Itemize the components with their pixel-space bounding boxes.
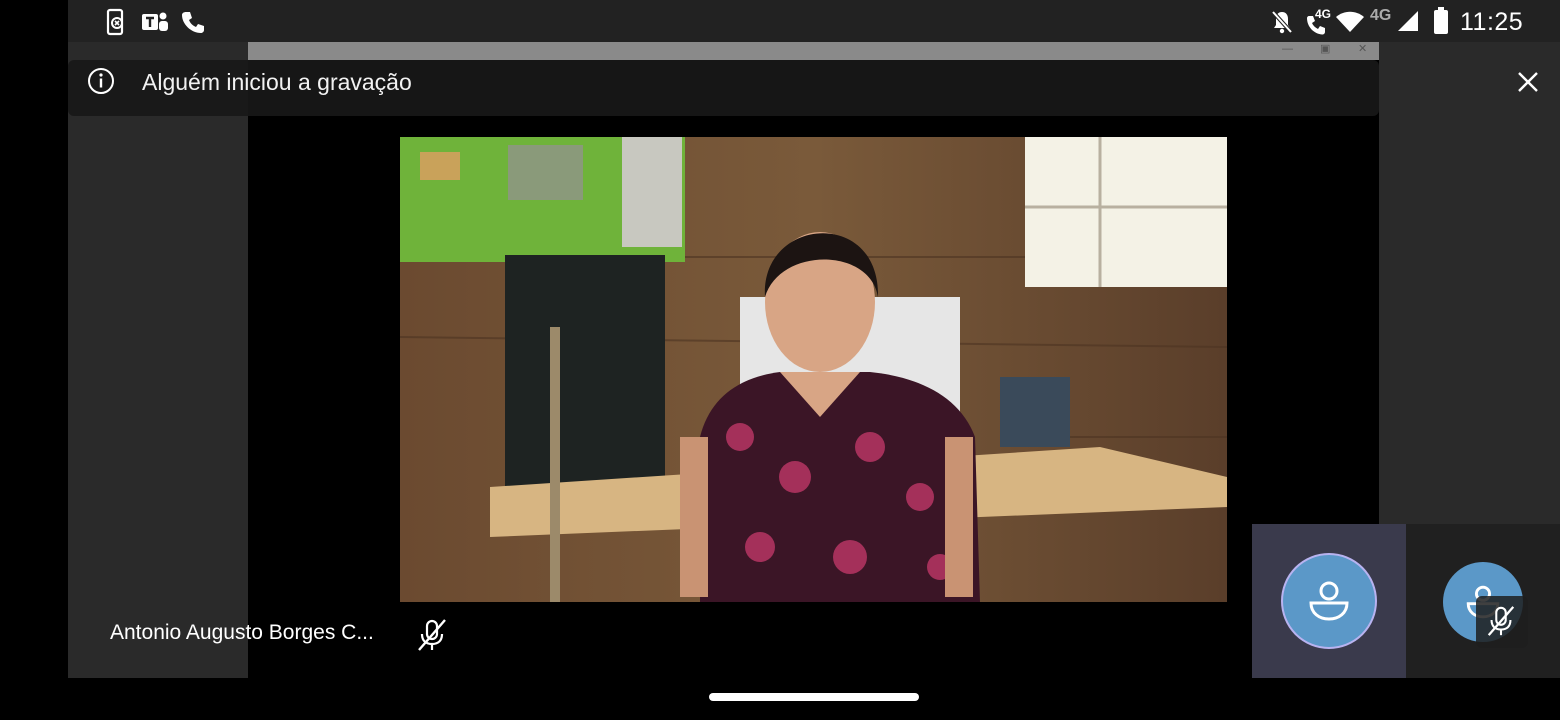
- minimize-icon: —: [1282, 43, 1293, 55]
- shared-window-titlebar: — ▣ ✕: [248, 42, 1379, 60]
- close-window-icon: ✕: [1358, 43, 1368, 55]
- network-label: 4G: [1370, 7, 1392, 24]
- mic-off-icon: [1487, 606, 1515, 636]
- video-feed: [400, 137, 1227, 602]
- participant-name: Antonio Augusto Borges C...: [110, 621, 374, 644]
- clock: 11:25: [1460, 8, 1524, 36]
- info-icon: [88, 68, 114, 94]
- teams-icon: [142, 12, 168, 31]
- signal-icon: [1398, 11, 1418, 31]
- volte-label: 4G: [1315, 7, 1332, 21]
- recording-notice-text: Alguém iniciou a gravação: [142, 69, 412, 95]
- close-icon[interactable]: [1510, 64, 1546, 100]
- home-indicator[interactable]: [709, 693, 919, 701]
- wifi-icon: [1336, 11, 1364, 32]
- phone-icon: [182, 12, 204, 33]
- phone-link-icon: [106, 8, 124, 36]
- battery-icon: [1434, 7, 1448, 34]
- restore-icon: ▣: [1320, 43, 1331, 55]
- mic-off-icon: [418, 619, 446, 651]
- notifications-off-icon: [1271, 10, 1293, 34]
- avatar-icon: [1309, 581, 1349, 621]
- left-edge: [0, 0, 68, 720]
